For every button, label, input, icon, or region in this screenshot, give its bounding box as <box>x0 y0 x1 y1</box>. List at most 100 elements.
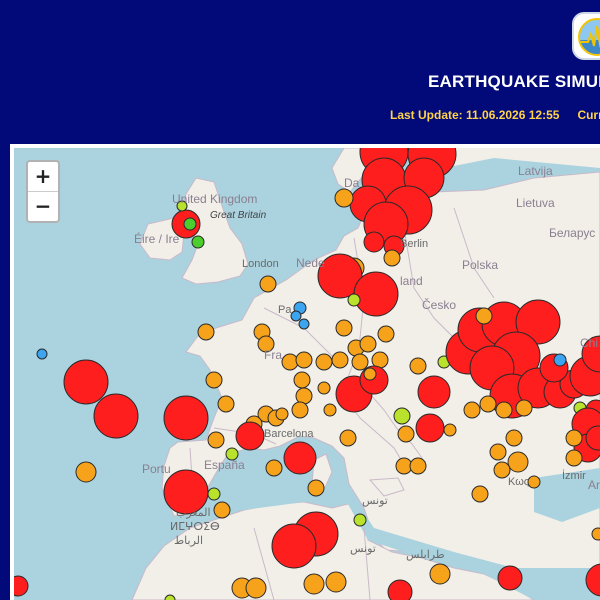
label-london: London <box>242 258 279 270</box>
earthquake-marker[interactable] <box>415 413 445 443</box>
earthquake-marker[interactable] <box>191 235 205 249</box>
earthquake-marker[interactable] <box>565 429 583 447</box>
zoom-in-button[interactable]: + <box>28 162 58 191</box>
earthquake-marker[interactable] <box>505 429 523 447</box>
label-rabat: الرباط <box>174 535 204 547</box>
seismograph-icon <box>578 18 600 56</box>
label-tunis: تونس <box>362 495 388 507</box>
earthquake-marker[interactable] <box>387 579 413 600</box>
map-frame: + − Latvija Lietuva Беларус Polska Česko… <box>10 144 600 600</box>
earthquake-marker[interactable] <box>207 487 221 501</box>
earthquake-marker[interactable] <box>307 479 325 497</box>
earthquake-marker[interactable] <box>565 449 583 467</box>
earthquake-marker[interactable] <box>217 395 235 413</box>
earthquake-marker[interactable] <box>291 401 309 419</box>
earthquake-marker[interactable] <box>295 351 313 369</box>
earthquake-marker[interactable] <box>393 407 411 425</box>
label-lietuva: Lietuva <box>516 196 555 210</box>
earthquake-marker[interactable] <box>331 351 349 369</box>
earthquake-marker[interactable] <box>323 403 337 417</box>
earthquake-marker[interactable] <box>417 375 451 409</box>
earthquake-marker[interactable] <box>409 457 427 475</box>
earthquake-marker[interactable] <box>429 563 451 585</box>
earthquake-marker[interactable] <box>377 325 395 343</box>
label-tarabulus: طرابلس <box>406 549 445 561</box>
earthquake-marker[interactable] <box>63 359 109 405</box>
earthquake-marker[interactable] <box>265 459 283 477</box>
current-text: Curr <box>577 108 600 122</box>
earthquake-map[interactable]: + − Latvija Lietuva Беларус Polska Česko… <box>14 148 600 600</box>
earthquake-marker[interactable] <box>207 431 225 449</box>
app-logo <box>572 12 600 60</box>
earthquake-marker[interactable] <box>298 318 310 330</box>
earthquake-marker[interactable] <box>475 307 493 325</box>
earthquake-marker[interactable] <box>281 353 299 371</box>
earthquake-marker[interactable] <box>183 217 197 231</box>
earthquake-marker[interactable] <box>363 367 377 381</box>
earthquake-marker[interactable] <box>205 371 223 389</box>
earthquake-marker[interactable] <box>409 357 427 375</box>
earthquake-marker[interactable] <box>315 353 333 371</box>
label-kos: Κως <box>508 476 530 488</box>
label-latvija: Latvija <box>518 164 553 178</box>
earthquake-marker[interactable] <box>303 573 325 595</box>
earthquake-marker[interactable] <box>353 513 367 527</box>
label-danmark: Da <box>344 176 360 190</box>
earthquake-marker[interactable] <box>14 575 29 597</box>
earthquake-marker[interactable] <box>283 441 317 475</box>
earthquake-marker[interactable] <box>213 501 231 519</box>
earthquake-marker[interactable] <box>347 293 361 307</box>
earthquake-marker[interactable] <box>363 231 385 253</box>
earthquake-marker[interactable] <box>339 429 357 447</box>
page-title: EARTHQUAKE SIMUL <box>428 72 600 91</box>
map-base <box>14 148 600 600</box>
earthquake-marker[interactable] <box>93 393 139 439</box>
earthquake-marker[interactable] <box>553 353 567 367</box>
earthquake-marker[interactable] <box>235 421 265 451</box>
earthquake-marker[interactable] <box>295 387 313 405</box>
earthquake-marker[interactable] <box>325 571 347 593</box>
earthquake-marker[interactable] <box>259 275 277 293</box>
earthquake-marker[interactable] <box>515 399 533 417</box>
earthquake-marker[interactable] <box>397 425 415 443</box>
label-nederland: Nede <box>296 256 325 270</box>
earthquake-marker[interactable] <box>507 451 529 473</box>
earthquake-marker[interactable] <box>497 565 523 591</box>
earthquake-marker[interactable] <box>383 249 401 267</box>
label-tounes: تونس <box>350 543 376 555</box>
earthquake-marker[interactable] <box>443 423 457 437</box>
label-polska: Polska <box>462 258 499 272</box>
label-belarus: Беларус <box>549 226 596 240</box>
earthquake-marker[interactable] <box>527 475 541 489</box>
label-cesko: Česko <box>422 298 457 312</box>
earthquake-marker[interactable] <box>290 310 302 322</box>
label-chi: Chi <box>580 336 599 350</box>
earthquake-marker[interactable] <box>351 353 369 371</box>
earthquake-marker[interactable] <box>471 485 489 503</box>
last-update-text: Last Update: 11.06.2026 12:55 <box>390 108 560 122</box>
earthquake-marker[interactable] <box>317 381 331 395</box>
earthquake-marker[interactable] <box>36 348 48 360</box>
zoom-control: + − <box>26 160 60 223</box>
earthquake-marker[interactable] <box>463 401 481 419</box>
label-izmir: İzmir <box>562 470 586 482</box>
earthquake-marker[interactable] <box>335 319 353 337</box>
earthquake-marker[interactable] <box>495 401 513 419</box>
earthquake-marker[interactable] <box>197 323 215 341</box>
earthquake-marker[interactable] <box>163 395 209 441</box>
app-header: EARTHQUAKE SIMUL Last Update: 11.06.2026… <box>0 0 600 132</box>
earthquake-marker[interactable] <box>479 395 497 413</box>
zoom-out-button[interactable]: − <box>28 191 58 221</box>
earthquake-marker[interactable] <box>271 523 317 569</box>
earthquake-marker[interactable] <box>334 188 354 208</box>
label-united-kingdom: United Kingdom <box>172 192 258 206</box>
earthquake-marker[interactable] <box>489 443 507 461</box>
earthquake-marker[interactable] <box>591 527 600 541</box>
earthquake-marker[interactable] <box>293 371 311 389</box>
earthquake-marker[interactable] <box>353 271 399 317</box>
label-portugal: Portu <box>142 462 171 476</box>
earthquake-marker[interactable] <box>275 407 289 421</box>
earthquake-marker[interactable] <box>245 577 267 599</box>
earthquake-marker[interactable] <box>359 335 377 353</box>
earthquake-marker[interactable] <box>75 461 97 483</box>
